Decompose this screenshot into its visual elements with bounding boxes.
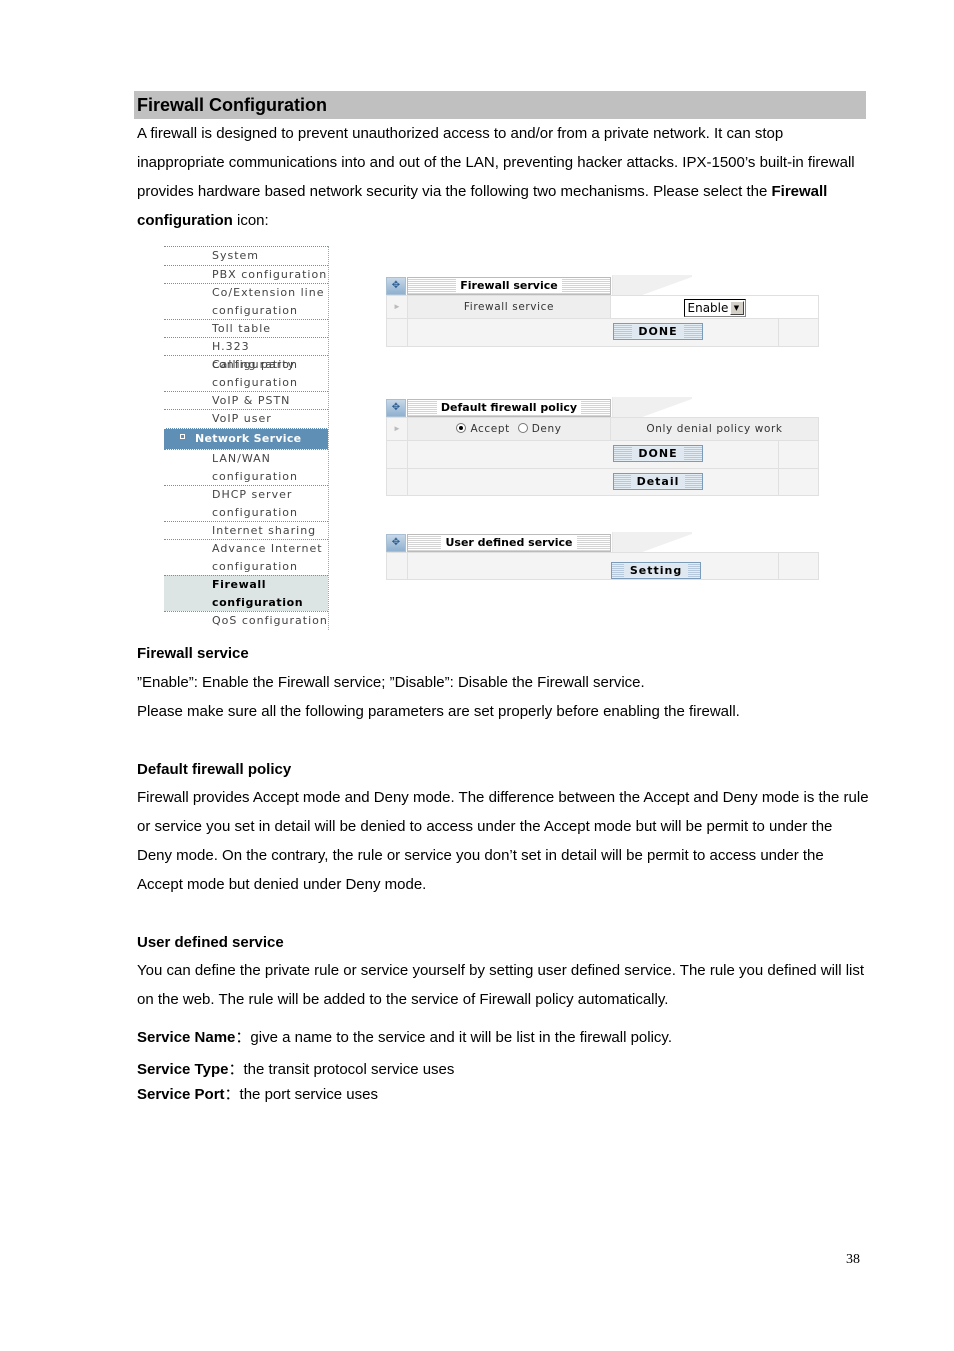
default-policy-panel: ✥ Default firewall policy ► Accept Deny … (386, 397, 819, 496)
arrow-right-icon: ► (387, 418, 408, 440)
menu-item-system[interactable]: System (164, 246, 328, 265)
menu-group-network-service[interactable]: Network Service (164, 428, 328, 449)
arrow-right-icon: ► (387, 296, 408, 318)
service-port-desc: ：the port service uses (224, 1086, 378, 1103)
panel-title: Firewall service (407, 277, 611, 295)
service-type-line: Service Type：the transit protocol servic… (137, 1058, 454, 1079)
done-button[interactable]: DONE (613, 323, 703, 340)
setting-button[interactable]: Setting (611, 562, 701, 579)
row-spacer (387, 553, 408, 579)
row-spacer (387, 319, 408, 346)
policy-note: Only denial policy work (610, 418, 818, 440)
firewall-service-line2: Please make sure all the following param… (137, 703, 740, 720)
menu-item-lan-wan[interactable]: LAN/WAN configuration (164, 449, 328, 485)
service-port-label: Service Port (137, 1086, 225, 1103)
menu-group-label: Network Service (195, 432, 302, 445)
row-spacer (387, 441, 408, 468)
service-name-line: Service Name：give a name to the service … (137, 1026, 672, 1047)
panel-header: ✥ Default firewall policy (386, 397, 819, 419)
menu-item-voip-user[interactable]: VoIP user (164, 409, 328, 428)
policy-done-row: DONE (386, 441, 819, 469)
menu-item-toll-table[interactable]: Toll table (164, 319, 328, 337)
deny-radio[interactable] (517, 423, 528, 433)
expand-icon[interactable]: ✥ (386, 534, 406, 552)
firewall-service-actions: DONE (386, 319, 819, 347)
deny-label: Deny (531, 423, 562, 435)
row-end-cell (778, 469, 818, 495)
menu-item-calling-party[interactable]: Calling party configuration (164, 355, 328, 391)
accept-radio[interactable] (456, 423, 467, 433)
firewall-service-row: ► Firewall service Enable ▼ (386, 295, 819, 319)
policy-detail-row: Detail (386, 469, 819, 496)
firewall-service-heading: Firewall service (137, 645, 249, 662)
bullet-icon (180, 433, 185, 439)
policy-row: ► Accept Deny Only denial policy work (386, 417, 819, 441)
dropdown-arrow-icon: ▼ (729, 301, 744, 315)
page-number: 38 (846, 1252, 860, 1267)
intro-text: A firewall is designed to prevent unauth… (137, 125, 855, 200)
panel-title: Default firewall policy (407, 399, 611, 417)
menu-item-internet-sharing[interactable]: Internet sharing (164, 521, 328, 539)
row-spacer (387, 469, 408, 495)
service-type-label: Service Type (137, 1061, 229, 1078)
firewall-service-label: Firewall service (408, 296, 610, 318)
default-policy-heading: Default firewall policy (137, 761, 292, 778)
user-defined-heading: User defined service (137, 934, 284, 951)
detail-button[interactable]: Detail (613, 473, 703, 490)
policy-radio-group: Accept Deny (408, 418, 610, 440)
intro-tail: icon: (232, 212, 269, 229)
select-value: Enable (687, 301, 729, 315)
expand-icon[interactable]: ✥ (386, 277, 406, 295)
menu-item-advance-internet[interactable]: Advance Internet configuration (164, 539, 328, 575)
intro-paragraph: A firewall is designed to prevent unauth… (137, 119, 869, 235)
menu-item-pbx-configuration[interactable]: PBX configuration (164, 265, 328, 283)
menu-item-dhcp-server[interactable]: DHCP server configuration (164, 485, 328, 521)
default-policy-text: Firewall provides Accept mode and Deny m… (137, 789, 869, 893)
panel-header: ✥ Firewall service (386, 275, 819, 297)
accept-label: Accept (470, 423, 510, 435)
sidebar-menu: System PBX configuration Co/Extension li… (164, 246, 329, 630)
done-button[interactable]: DONE (613, 445, 703, 462)
panel-title: User defined service (407, 534, 611, 552)
row-end-cell (778, 553, 818, 579)
firewall-service-panel: ✥ Firewall service ► Firewall service En… (386, 275, 819, 347)
header-tab-decoration (612, 532, 692, 554)
service-name-label: Service Name (137, 1029, 236, 1046)
firewall-service-line1: ”Enable”: Enable the Firewall service; ”… (137, 674, 645, 691)
menu-item-co-extension-line[interactable]: Co/Extension line configuration (164, 283, 328, 319)
menu-item-firewall-configuration[interactable]: Firewall configuration (164, 575, 328, 611)
user-defined-panel: ✥ User defined service Setting (386, 532, 819, 580)
firewall-service-select[interactable]: Enable ▼ (683, 299, 746, 317)
user-defined-row: Setting (386, 552, 819, 580)
user-defined-text: You can define the private rule or servi… (137, 962, 865, 1008)
menu-item-qos-configuration[interactable]: QoS configuration (164, 611, 328, 630)
panel-header: ✥ User defined service (386, 532, 819, 554)
service-type-desc: ：the transit protocol service uses (228, 1061, 455, 1078)
row-end-cell (778, 319, 818, 346)
header-tab-decoration (612, 397, 692, 419)
menu-item-voip-pstn[interactable]: VoIP & PSTN (164, 391, 328, 409)
row-end-cell (778, 441, 818, 468)
expand-icon[interactable]: ✥ (386, 399, 406, 417)
section-title: Firewall Configuration (134, 91, 866, 119)
service-name-desc: ：give a name to the service and it will … (235, 1029, 672, 1046)
service-port-line: Service Port：the port service uses (137, 1083, 378, 1104)
menu-item-h323-configuration[interactable]: H.323 configuration (164, 337, 328, 371)
header-tab-decoration (612, 275, 692, 297)
firewall-service-value: Enable ▼ (610, 296, 818, 318)
